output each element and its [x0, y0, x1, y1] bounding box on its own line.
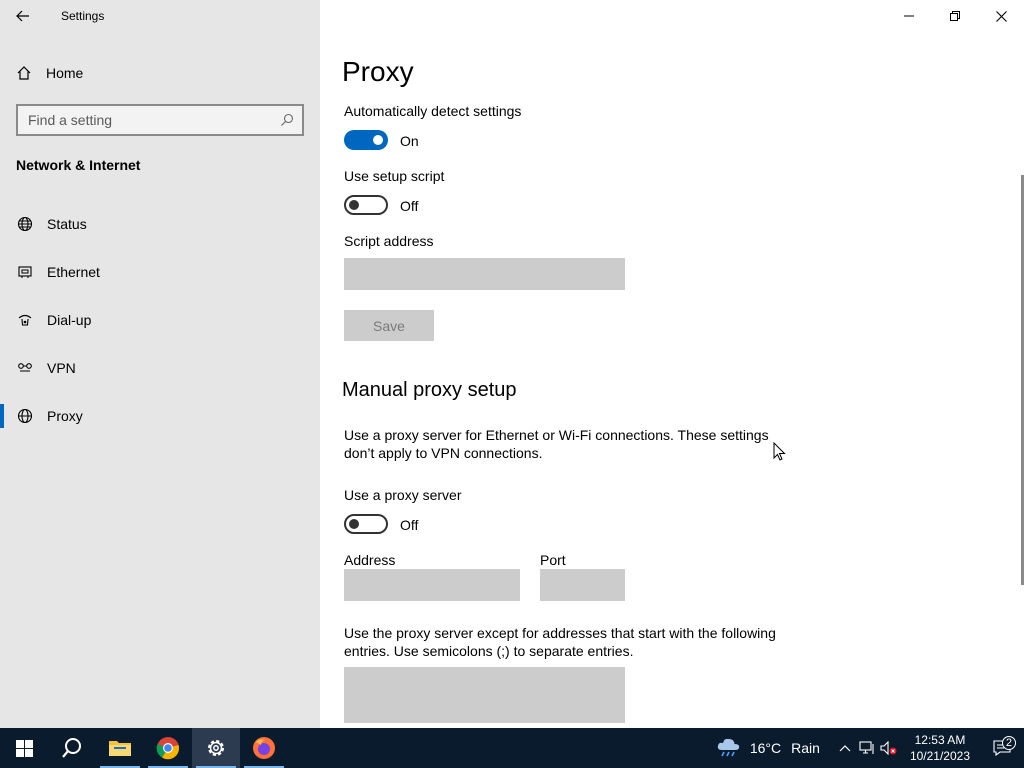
setup-script-label: Use setup script — [344, 168, 445, 184]
nav-list: Status Ethernet Dial-up VPN Proxy — [0, 200, 320, 440]
sidebar-item-vpn[interactable]: VPN — [0, 344, 320, 392]
back-button[interactable] — [0, 0, 46, 32]
sidebar-home[interactable]: Home — [0, 56, 320, 90]
volume-muted-icon — [880, 741, 897, 755]
port-label: Port — [540, 552, 566, 568]
chevron-up-icon — [839, 745, 851, 752]
exceptions-description: Use the proxy server except for addresse… — [344, 625, 776, 659]
search-taskbar-button[interactable] — [48, 728, 96, 768]
search-icon — [62, 738, 81, 758]
gear-icon — [208, 740, 224, 756]
volume-tray-button[interactable] — [878, 741, 900, 755]
port-field[interactable] — [540, 569, 625, 601]
show-hidden-icons-button[interactable] — [834, 744, 856, 752]
sidebar-item-label: Proxy — [47, 408, 83, 424]
sidebar: Settings Home Network & Internet Status … — [0, 0, 320, 728]
restore-icon — [950, 11, 960, 21]
setup-script-state: Off — [400, 198, 419, 214]
clock[interactable]: 12:53 AM 10/21/2023 — [910, 732, 970, 764]
weather-widget[interactable]: 16°C Rain — [716, 737, 820, 759]
auto-detect-label: Automatically detect settings — [344, 103, 522, 119]
save-button[interactable]: Save — [344, 310, 434, 341]
notification-count-badge: 2 — [1001, 736, 1016, 750]
exceptions-field[interactable] — [344, 667, 625, 723]
sidebar-item-status[interactable]: Status — [0, 200, 320, 248]
main-content: Proxy Automatically detect settings On U… — [320, 0, 1024, 728]
chrome-button[interactable] — [144, 728, 192, 768]
clock-time: 12:53 AM — [914, 733, 966, 747]
sidebar-item-label: Status — [47, 216, 87, 232]
use-proxy-label: Use a proxy server — [344, 487, 462, 503]
sidebar-item-label: Ethernet — [47, 264, 100, 280]
minimize-icon — [904, 15, 914, 17]
network-monitor-icon — [859, 741, 874, 754]
firefox-icon — [253, 737, 275, 759]
chrome-icon — [156, 737, 180, 760]
sidebar-item-label: Dial-up — [47, 312, 92, 328]
use-proxy-state: Off — [400, 517, 419, 533]
section-title: Network & Internet — [16, 157, 141, 173]
back-arrow-icon — [16, 10, 29, 22]
globe-icon — [16, 216, 33, 233]
folder-icon — [109, 741, 131, 756]
address-label: Address — [344, 552, 396, 568]
taskbar: 16°C Rain 12:53 AM 10/21/2023 2 — [0, 728, 1024, 768]
sidebar-item-label: VPN — [47, 360, 76, 376]
home-icon — [17, 66, 31, 80]
address-field[interactable] — [344, 569, 520, 601]
sidebar-item-proxy[interactable]: Proxy — [0, 392, 320, 440]
search-box[interactable] — [16, 104, 304, 136]
use-proxy-toggle[interactable] — [344, 514, 388, 534]
settings-taskbar-button[interactable] — [192, 728, 240, 768]
vpn-icon — [16, 360, 33, 377]
setup-script-toggle[interactable] — [344, 195, 388, 215]
action-center-button[interactable]: 2 — [980, 736, 1024, 756]
rain-cloud-icon — [717, 738, 740, 757]
weather-condition: Rain — [791, 740, 820, 756]
minimize-button[interactable] — [886, 0, 932, 32]
system-tray: 16°C Rain 12:53 AM 10/21/2023 2 — [716, 728, 1024, 768]
manual-proxy-description: Use a proxy server for Ethernet or Wi-Fi… — [344, 427, 769, 461]
page-title: Proxy — [342, 56, 414, 87]
restore-button[interactable] — [932, 0, 978, 32]
home-label: Home — [46, 65, 84, 81]
clock-date: 10/21/2023 — [909, 749, 970, 763]
start-button[interactable] — [0, 728, 48, 768]
search-icon[interactable] — [280, 113, 294, 127]
firefox-button[interactable] — [240, 728, 288, 768]
script-address-label: Script address — [344, 233, 434, 249]
windows-logo-icon — [15, 739, 33, 757]
auto-detect-toggle[interactable] — [344, 130, 388, 150]
globe-icon — [16, 408, 33, 425]
sidebar-item-ethernet[interactable]: Ethernet — [0, 248, 320, 296]
close-button[interactable] — [978, 0, 1024, 32]
sidebar-item-dialup[interactable]: Dial-up — [0, 296, 320, 344]
auto-detect-state: On — [400, 133, 419, 149]
toggle-knob — [349, 200, 359, 210]
search-input[interactable] — [28, 112, 280, 128]
close-icon — [995, 10, 1007, 22]
app-title: Settings — [61, 9, 105, 23]
dialup-icon — [16, 312, 33, 329]
ethernet-icon — [16, 264, 33, 281]
network-tray-button[interactable] — [856, 741, 878, 755]
toggle-knob — [349, 519, 359, 529]
toggle-knob — [373, 135, 383, 145]
title-bar: Settings — [0, 0, 320, 32]
script-address-field[interactable] — [344, 258, 625, 290]
weather-temp: 16°C — [749, 740, 782, 756]
file-explorer-button[interactable] — [96, 728, 144, 768]
mouse-cursor-icon — [773, 442, 786, 461]
window-controls — [886, 0, 1024, 32]
manual-proxy-heading: Manual proxy setup — [342, 379, 517, 401]
